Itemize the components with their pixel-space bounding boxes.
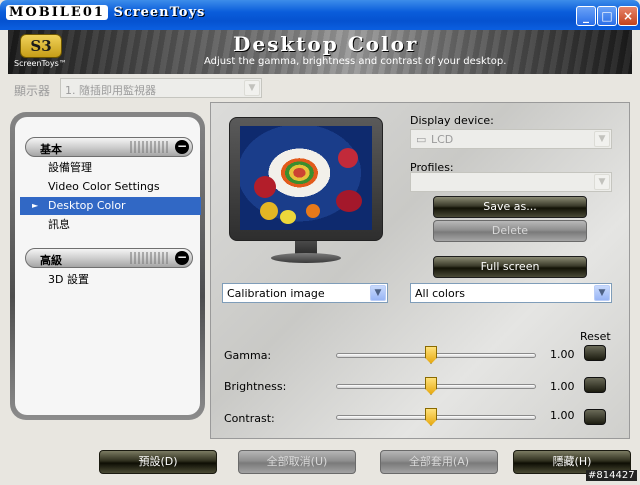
chevron-down-icon: ▼ [370, 285, 386, 301]
gamma-reset-button[interactable] [584, 345, 606, 361]
group-header-advanced[interactable]: 高級 − [25, 248, 193, 268]
monitor-base [271, 253, 341, 263]
gamma-value: 1.00 [550, 348, 575, 361]
display-device-select[interactable]: ▭ LCD ▼ [410, 129, 612, 149]
default-button[interactable]: 預設(D) [99, 450, 217, 474]
brightness-reset-button[interactable] [584, 377, 606, 393]
cancel-all-button[interactable]: 全部取消(U) [238, 450, 356, 474]
monitor-select-value: 1. 隨插即用監視器 [65, 84, 156, 97]
sidebar-item-device-management[interactable]: 設備管理 [20, 159, 201, 177]
monitor-preview [229, 117, 383, 241]
image-select-value: Calibration image [227, 287, 325, 300]
calibration-image [240, 126, 372, 230]
minimize-button[interactable]: _ [576, 6, 596, 26]
watermark: #814427 [586, 470, 637, 481]
color-channel-select[interactable]: All colors ▼ [410, 283, 612, 303]
title-bar[interactable]: MOBILE01 ScreenToys _ □ × [0, 0, 640, 30]
brightness-slider-thumb[interactable] [425, 377, 437, 395]
chevron-down-icon: ▼ [244, 80, 260, 96]
chevron-down-icon: ▼ [594, 285, 610, 301]
sidebar-item-video-color-settings[interactable]: Video Color Settings [20, 178, 201, 196]
contrast-slider-thumb[interactable] [425, 408, 437, 426]
grip-icon [130, 141, 170, 153]
color-channel-value: All colors [415, 287, 465, 300]
sidebar-item-label: Desktop Color [48, 199, 126, 212]
collapse-icon[interactable]: − [175, 140, 189, 154]
logo-mark: S3 [20, 34, 62, 58]
sidebar-item-desktop-color[interactable]: ► Desktop Color [20, 197, 201, 215]
s3-logo: S3 ScreenToys™ [14, 33, 72, 71]
profiles-select[interactable]: ▼ [410, 172, 612, 192]
brightness-value: 1.00 [550, 380, 575, 393]
delete-button[interactable]: Delete [433, 220, 587, 242]
save-as-button[interactable]: Save as... [433, 196, 587, 218]
full-screen-button[interactable]: Full screen [433, 256, 587, 278]
chevron-down-icon: ▼ [594, 131, 610, 147]
reset-label: Reset [580, 330, 611, 343]
sidebar: 基本 − 設備管理 Video Color Settings ► Desktop… [10, 112, 205, 420]
monitor-icon: ▭ [416, 133, 427, 146]
monitor-label: 顯示器 [14, 84, 51, 98]
logo-name: ScreenToys™ [14, 59, 67, 68]
selected-arrow-icon: ► [32, 201, 39, 210]
gamma-slider-thumb[interactable] [425, 346, 437, 364]
group-title-basic: 基本 [40, 143, 62, 156]
sidebar-inner: 基本 − 設備管理 Video Color Settings ► Desktop… [15, 117, 201, 415]
contrast-value: 1.00 [550, 409, 575, 422]
apply-all-button[interactable]: 全部套用(A) [380, 450, 498, 474]
group-header-basic[interactable]: 基本 − [25, 137, 193, 157]
header-banner: S3 ScreenToys™ Desktop Color Adjust the … [8, 30, 632, 74]
brightness-label: Brightness: [224, 380, 287, 393]
display-device-label: Display device: [410, 114, 494, 127]
close-button[interactable]: × [618, 6, 638, 26]
monitor-select[interactable]: 1. 隨插即用監視器 ▼ [60, 78, 262, 98]
group-title-advanced: 高級 [40, 254, 62, 267]
contrast-label: Contrast: [224, 412, 275, 425]
screentoys-window: MOBILE01 ScreenToys _ □ × S3 ScreenToys™… [0, 0, 640, 485]
maximize-button[interactable]: □ [597, 6, 617, 26]
gamma-label: Gamma: [224, 349, 272, 362]
collapse-icon[interactable]: − [175, 251, 189, 265]
banner-title: Desktop Color [233, 32, 419, 56]
chevron-down-icon: ▼ [594, 174, 610, 190]
sidebar-item-3d-settings[interactable]: 3D 設置 [20, 271, 201, 289]
banner-subtitle: Adjust the gamma, brightness and contras… [204, 56, 507, 67]
title-badge: MOBILE01 [6, 5, 108, 20]
grip-icon [130, 252, 170, 264]
window-title: MOBILE01 ScreenToys [6, 5, 205, 20]
sidebar-item-info[interactable]: 訊息 [20, 216, 201, 234]
image-select[interactable]: Calibration image ▼ [222, 283, 388, 303]
contrast-reset-button[interactable] [584, 409, 606, 425]
title-app-name: ScreenToys [113, 5, 206, 20]
display-device-value: LCD [431, 133, 454, 146]
desktop-color-panel: Display device: ▭ LCD ▼ Profiles: ▼ Save… [210, 102, 630, 439]
